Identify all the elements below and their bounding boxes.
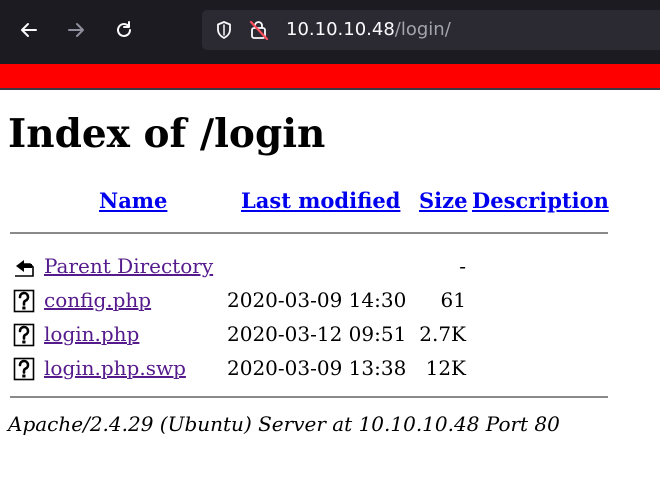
file-modified: 2020-03-09 14:30: [227, 288, 407, 312]
table-top-divider: [10, 232, 608, 234]
file-size: 61: [440, 288, 466, 312]
file-size: 2.7K: [419, 322, 466, 346]
url-text[interactable]: 10.10.10.48/login/: [286, 19, 451, 40]
back-button[interactable]: [11, 12, 47, 48]
file-size: 12K: [425, 356, 466, 380]
unknown-file-icon: [13, 323, 35, 347]
server-signature: Apache/2.4.29 (Ubuntu) Server at 10.10.1…: [8, 412, 560, 436]
column-header-name[interactable]: Name: [99, 188, 167, 213]
table-row: login.php 2020-03-12 09:51 2.7K: [0, 320, 660, 348]
table-row: login.php.swp 2020-03-09 13:38 12K: [0, 354, 660, 382]
unknown-file-icon: [13, 357, 35, 381]
column-header-size[interactable]: Size: [419, 188, 467, 213]
file-modified: 2020-03-12 09:51: [227, 322, 407, 346]
column-header-description[interactable]: Description: [472, 188, 609, 213]
forward-arrow-icon: [68, 23, 84, 37]
insecure-lock-icon[interactable]: [248, 19, 270, 41]
url-host: 10.10.10.48: [286, 19, 395, 40]
shield-icon[interactable]: [214, 20, 234, 40]
back-folder-icon: [15, 260, 34, 277]
forward-button[interactable]: [58, 12, 94, 48]
page-content: Index of /login: [8, 112, 325, 156]
back-arrow-icon: [21, 23, 37, 37]
toolbar-divider: [0, 88, 660, 90]
reload-icon: [117, 21, 131, 37]
table-row: config.php 2020-03-09 14:30 61: [0, 286, 660, 314]
page-title: Index of /login: [8, 111, 326, 157]
file-modified: 2020-03-09 13:38: [227, 356, 407, 380]
unknown-file-icon: [13, 289, 35, 313]
column-header-last-modified[interactable]: Last modified: [241, 188, 400, 213]
file-link-login-php-swp[interactable]: login.php.swp: [44, 356, 186, 380]
red-banner: [0, 64, 660, 88]
file-size: -: [459, 254, 466, 278]
browser-toolbar: 10.10.10.48/login/: [0, 0, 660, 64]
address-bar[interactable]: 10.10.10.48/login/: [202, 10, 660, 50]
url-path: /login/: [394, 19, 451, 40]
reload-button[interactable]: [106, 12, 142, 48]
table-row: Parent Directory -: [0, 252, 660, 280]
table-bottom-divider: [10, 396, 608, 398]
file-link-login-php[interactable]: login.php: [44, 322, 139, 346]
file-link-config-php[interactable]: config.php: [44, 288, 151, 312]
file-link-parent-directory[interactable]: Parent Directory: [44, 254, 213, 278]
